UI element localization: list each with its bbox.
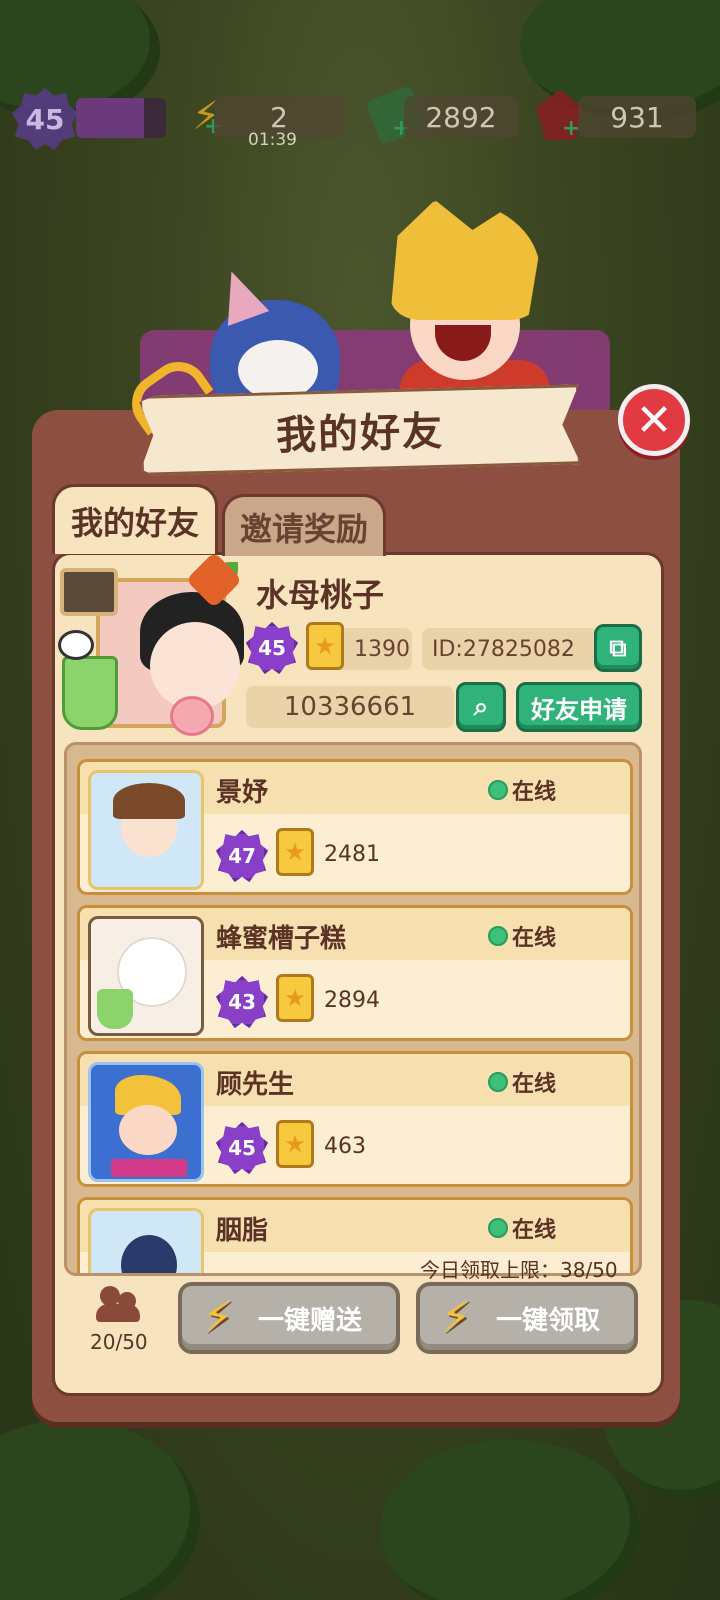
close-button[interactable]: ✕ [618, 384, 690, 456]
friend-level-badge: 43 [216, 976, 268, 1028]
tab-invite-rewards[interactable]: 邀请奖励 [222, 494, 386, 556]
star-card-icon: ★ [276, 1120, 314, 1168]
panel-title-banner: 我的好友 [139, 384, 581, 475]
friend-score: 463 [324, 1134, 366, 1159]
friend-list-item[interactable]: 景妤 在线 47 ★ 2481 [77, 759, 633, 895]
friend-name: 蜂蜜槽子糕 [216, 924, 347, 954]
friend-status: 在线 [512, 1072, 557, 1097]
friend-status: 在线 [512, 1218, 557, 1243]
cash-value: 2892 [425, 100, 497, 134]
friend-request-button[interactable]: 好友申请 [516, 682, 642, 732]
claim-all-label: 一键领取 [496, 1305, 601, 1336]
bubble-tea-icon [62, 656, 118, 730]
friend-search-input[interactable]: 10336661 [246, 686, 454, 728]
friend-name: 胭脂 [216, 1216, 269, 1246]
friend-status: 在线 [512, 780, 557, 805]
friend-avatar[interactable] [88, 770, 204, 890]
copy-id-button[interactable]: ⧉ [594, 624, 642, 672]
star-card-icon: ★ [276, 974, 314, 1022]
close-icon: ✕ [635, 394, 673, 446]
online-status-icon [488, 780, 508, 800]
friend-score: 2481 [324, 842, 380, 867]
friend-request-label: 好友申请 [531, 695, 627, 724]
friend-status: 在线 [512, 926, 557, 951]
my-level-value: 45 [258, 636, 286, 660]
online-status-icon [488, 1072, 508, 1092]
online-status-icon [488, 1218, 508, 1238]
copy-icon: ⧉ [609, 634, 627, 662]
friend-count: 20/50 [90, 1330, 148, 1354]
tab-invite-rewards-label: 邀请奖励 [239, 509, 368, 548]
online-status-icon [488, 926, 508, 946]
xp-progress-bar [76, 98, 166, 138]
friend-avatar[interactable] [88, 916, 204, 1036]
friend-level-badge: 47 [216, 830, 268, 882]
friend-level-value: 43 [228, 990, 256, 1014]
my-id-pill: ID:27825082 [422, 628, 598, 670]
friend-name: 景妤 [216, 778, 269, 808]
friends-count-icon [96, 1286, 144, 1322]
tab-my-friends-label: 我的好友 [70, 503, 199, 542]
send-all-button[interactable]: ⚡ 一键赠送 [178, 1282, 400, 1354]
friend-search-value: 10336661 [283, 692, 417, 722]
tv-icon [60, 568, 118, 616]
panda-icon [58, 630, 94, 660]
top-hud: 45 ⚡ + 2 01:39 + 2892 + 931 [0, 85, 720, 150]
my-id-text: ID:27825082 [432, 636, 575, 662]
friend-level-value: 47 [228, 844, 256, 868]
my-stars-value: 1390 [354, 636, 410, 662]
energy-value: 2 [270, 100, 288, 134]
friend-avatar[interactable] [88, 1208, 204, 1273]
player-level-value: 45 [25, 102, 65, 136]
daily-claim-limit: 今日领取上限：38/50 [420, 1258, 618, 1282]
friend-avatar[interactable] [88, 1062, 204, 1182]
star-card-icon: ★ [306, 622, 344, 670]
send-all-label: 一键赠送 [258, 1305, 363, 1336]
star-card-icon: ★ [276, 828, 314, 876]
my-level-badge: 45 [246, 622, 298, 674]
energy-timer: 01:39 [248, 130, 297, 150]
lightning-icon: ⚡ [202, 1292, 234, 1343]
friend-name: 顾先生 [216, 1070, 295, 1100]
search-button[interactable]: ⌕ [456, 682, 506, 732]
friend-list[interactable]: 景妤 在线 47 ★ 2481 蜂蜜槽子糕 在线 43 ★ 2894 顾先生 在… [64, 742, 642, 1276]
friend-level-value: 45 [228, 1136, 256, 1160]
friend-level-badge: 45 [216, 1122, 268, 1174]
panel-title: 我的好友 [275, 408, 445, 460]
my-nickname: 水母桃子 [256, 576, 385, 614]
tab-my-friends[interactable]: 我的好友 [52, 484, 218, 554]
flower-decoration [170, 696, 214, 736]
player-level-badge[interactable]: 45 [12, 88, 78, 150]
friend-list-item[interactable]: 蜂蜜槽子糕 在线 43 ★ 2894 [77, 905, 633, 1041]
claim-all-button[interactable]: ⚡ 一键领取 [416, 1282, 638, 1354]
search-icon: ⌕ [473, 691, 489, 722]
lightning-icon: ⚡ [440, 1292, 472, 1343]
friend-list-item[interactable]: 顾先生 在线 45 ★ 463 [77, 1051, 633, 1187]
friend-score: 2894 [324, 988, 380, 1013]
gem-value: 931 [610, 100, 664, 134]
my-avatar[interactable] [56, 551, 244, 742]
cash-counter[interactable]: 2892 [404, 96, 518, 138]
gem-counter[interactable]: 931 [578, 96, 696, 138]
